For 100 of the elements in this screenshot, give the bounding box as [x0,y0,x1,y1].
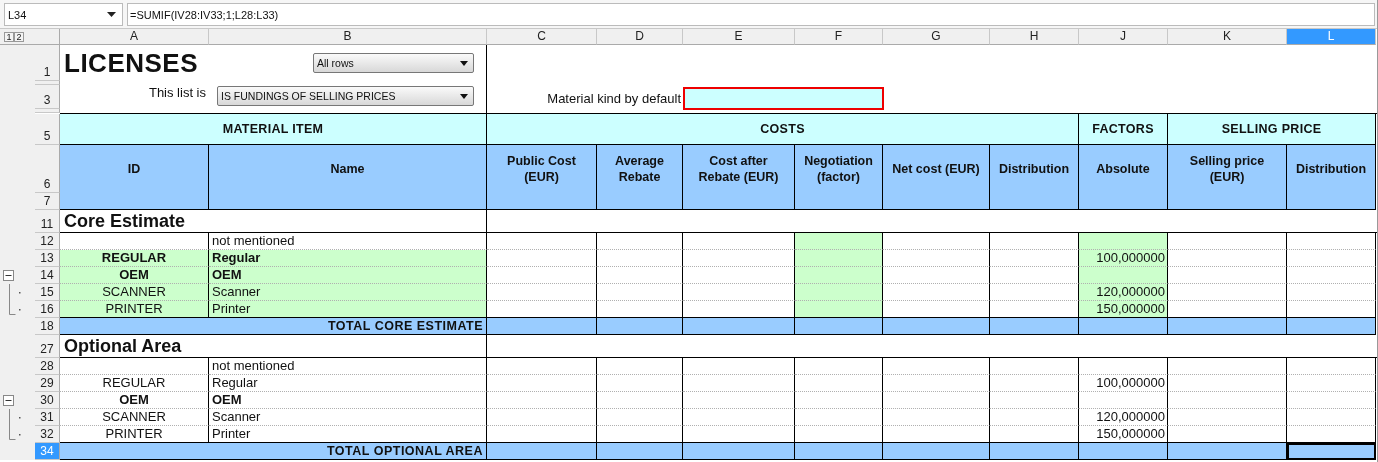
column-heading: Average Rebate [597,145,683,210]
caret-icon [460,93,468,99]
table-cell: Printer [209,301,487,318]
name-box[interactable]: L34 [4,3,123,26]
caret-icon [107,12,116,17]
column-heading: Negotiation (factor) [795,145,883,210]
column-header[interactable]: C [487,29,597,45]
total-cell[interactable] [795,443,883,460]
group-header: MATERIAL ITEM [60,114,487,145]
column-header[interactable]: D [597,29,683,45]
outline-level-button[interactable]: 2 [14,32,24,42]
row-header[interactable]: 6 [35,145,60,193]
column-heading: Absolute [1079,145,1168,210]
total-cell[interactable] [1168,318,1287,335]
table-cell: 120,000000 [1079,409,1168,426]
total-cell[interactable] [1079,443,1168,460]
total-cell[interactable] [1287,443,1376,460]
total-cell[interactable] [597,318,683,335]
section-title: Core Estimate [60,210,487,233]
row-header[interactable]: 14 [35,267,60,284]
table-cell: 100,000000 [1079,250,1168,267]
column-heading: Net cost (EUR) [883,145,990,210]
row-header[interactable]: 29 [35,375,60,392]
total-cell[interactable] [1168,443,1287,460]
formula-field[interactable]: =SUMIF(IV28:IV33;1;L28:L33) [127,3,1375,26]
column-header[interactable]: E [683,29,795,45]
column-header[interactable]: H [990,29,1079,45]
row-header[interactable]: 32 [35,426,60,443]
table-cell: 100,000000 [1079,375,1168,392]
outline-bracket-icon [8,426,22,443]
row-header[interactable]: 5 [35,114,60,145]
table-cell: SCANNER [60,284,209,301]
table-cell: Regular [209,250,487,267]
total-cell[interactable] [683,443,795,460]
group-header: FACTORS [1079,114,1168,145]
row-header[interactable]: 3 [35,85,60,109]
group-header: COSTS [487,114,1079,145]
column-header[interactable]: A [60,29,209,45]
table-cell: 120,000000 [1079,284,1168,301]
column-header[interactable]: G [883,29,990,45]
list-type-label: This list is [147,85,207,100]
material-kind-field[interactable] [683,87,884,110]
total-cell[interactable] [990,443,1079,460]
group-header: SELLING PRICE [1168,114,1376,145]
table-cell: SCANNER [60,409,209,426]
column-heading: Public Cost (EUR) [487,145,597,210]
row-filter-dropdown[interactable]: All rows [313,53,474,73]
table-cell: 150,000000 [1079,301,1168,318]
row-header[interactable]: 15 [35,284,60,301]
table-cell: not mentioned [209,358,487,375]
column-heading: Distribution [990,145,1079,210]
total-cell[interactable] [883,443,990,460]
column-heading: Cost after Rebate (EUR) [683,145,795,210]
table-cell: OEM [209,392,487,409]
collapse-toggle[interactable] [3,270,14,281]
collapse-toggle[interactable] [3,395,14,406]
total-cell[interactable] [487,318,597,335]
outline-bracket-icon [8,301,22,318]
row-header[interactable]: 13 [35,250,60,267]
section-title: Optional Area [60,335,487,358]
total-cell[interactable] [1079,318,1168,335]
total-cell[interactable] [883,318,990,335]
column-header[interactable]: J [1079,29,1168,45]
table-cell: OEM [209,267,487,284]
total-cell[interactable] [990,318,1079,335]
column-header[interactable]: F [795,29,883,45]
column-heading: Name [209,145,487,210]
table-cell: OEM [60,392,209,409]
list-type-dropdown[interactable]: IS FUNDINGS OF SELLING PRICES [217,86,474,106]
table-cell: PRINTER [60,301,209,318]
total-cell[interactable] [1287,318,1376,335]
total-cell[interactable] [597,443,683,460]
row-header[interactable]: 18 [35,318,60,335]
row-header[interactable]: 12 [35,233,60,250]
row-header[interactable]: 31 [35,409,60,426]
sheet-title: LICENSES [63,47,200,80]
row-header[interactable]: 27 [35,335,60,358]
row-header[interactable]: 16 [35,301,60,318]
column-heading: Selling price (EUR) [1168,145,1287,210]
outline-line-icon [8,409,22,426]
total-cell[interactable] [683,318,795,335]
outline-line-icon [8,284,22,301]
row-header[interactable]: 11 [35,210,60,233]
table-cell: REGULAR [60,250,209,267]
row-header[interactable]: 28 [35,358,60,375]
total-cell[interactable] [487,443,597,460]
column-heading: ID [60,145,209,210]
row-header[interactable]: 30 [35,392,60,409]
column-heading: Distribution [1287,145,1376,210]
table-cell: Scanner [209,409,487,426]
column-header[interactable]: B [209,29,487,45]
column-header[interactable]: K [1168,29,1287,45]
row-header[interactable]: 1 [35,45,60,81]
total-label: TOTAL CORE ESTIMATE [60,318,487,335]
row-header[interactable]: 7 [35,193,60,210]
table-cell: OEM [60,267,209,284]
total-label: TOTAL OPTIONAL AREA [60,443,487,460]
caret-icon [460,60,468,66]
table-cell: REGULAR [60,375,209,392]
total-cell[interactable] [795,318,883,335]
